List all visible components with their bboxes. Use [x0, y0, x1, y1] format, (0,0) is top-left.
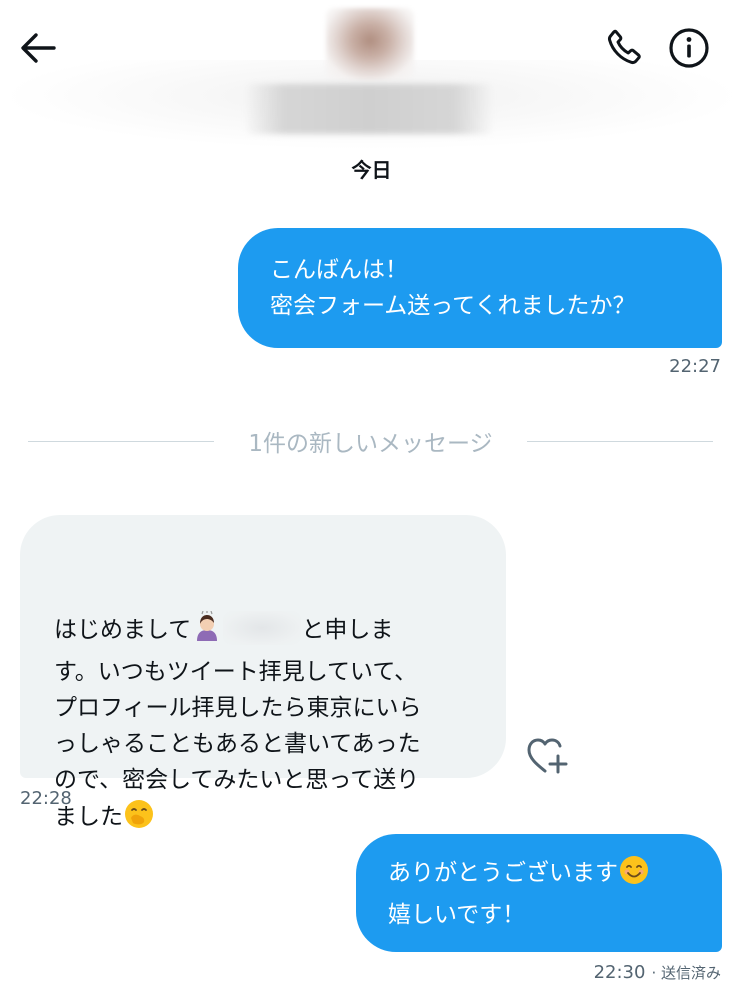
- message-timestamp: 22:27: [669, 356, 721, 377]
- contact-name-redacted: [246, 84, 492, 134]
- new-messages-divider: 1件の新しいメッセージ: [248, 431, 493, 457]
- heart-plus-icon: [527, 738, 568, 774]
- conversation-header: [0, 0, 743, 150]
- message-timestamp: 22:28: [20, 788, 72, 809]
- message-bubble-incoming[interactable]: はじめまして と申しま す。いつもツイート拝見していて、 プロフィール拝見したら東京…: [20, 515, 506, 830]
- add-reaction-button[interactable]: [524, 736, 570, 776]
- phone-icon: [607, 29, 641, 65]
- info-icon: [669, 28, 709, 68]
- message-bubble-outgoing[interactable]: こんばんは！ 密会フォーム送ってくれましたか？: [238, 228, 722, 348]
- sent-status: · 送信済み: [651, 964, 721, 982]
- person-bowing-emoji-icon: [191, 610, 223, 654]
- smiling-face-emoji-icon: [618, 854, 650, 897]
- divider-line: [28, 441, 214, 442]
- divider-line: [527, 441, 713, 442]
- message-text: はじめまして と申しま す。いつもツイート拝見していて、 プロフィール拝見したら東京…: [54, 610, 476, 841]
- message-bubble-outgoing[interactable]: ありがとうございます 嬉しいです！: [356, 834, 722, 952]
- message-timestamp: 22:30 · 送信済み: [593, 962, 721, 983]
- info-button[interactable]: [665, 24, 713, 72]
- arrow-left-icon: [21, 33, 56, 63]
- day-separator: 今日: [351, 158, 392, 182]
- message-text: こんばんは！ 密会フォーム送ってくれましたか？: [270, 257, 636, 319]
- redacted-name: [223, 611, 302, 645]
- hand-over-mouth-emoji-icon: [123, 798, 155, 841]
- back-button[interactable]: [16, 26, 60, 70]
- avatar[interactable]: [326, 8, 414, 80]
- message-text: ありがとうございます 嬉しいです！: [388, 854, 650, 933]
- call-button[interactable]: [602, 24, 648, 70]
